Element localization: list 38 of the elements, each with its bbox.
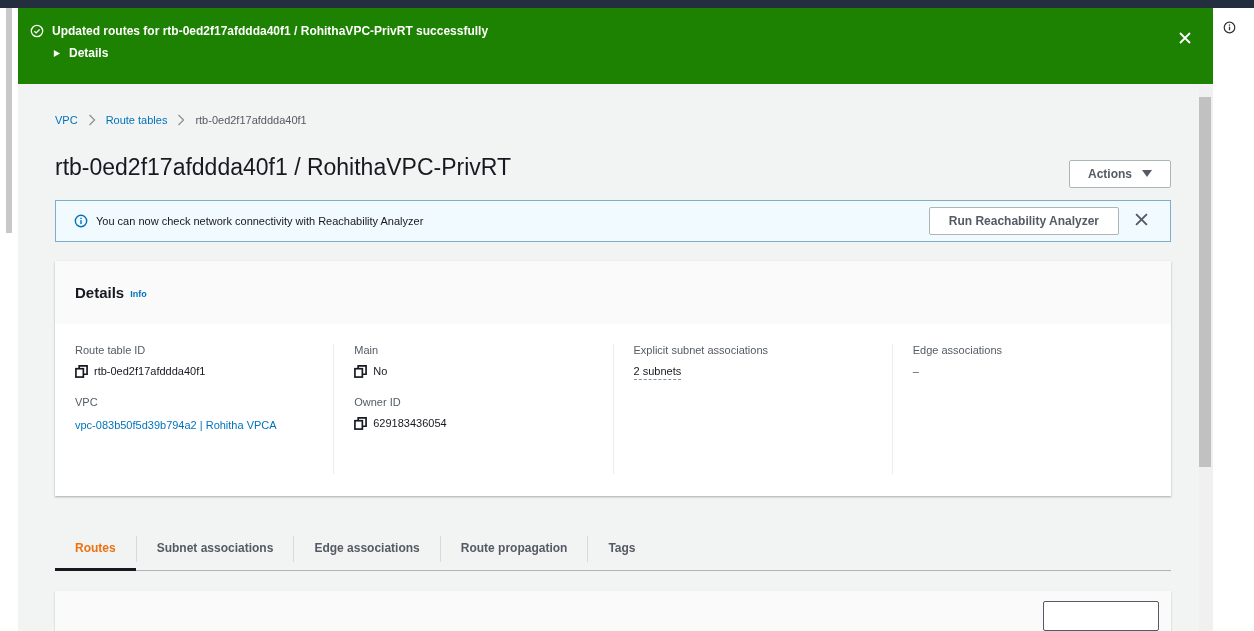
field-label: Edge associations <box>912 344 1004 356</box>
chevron-icon <box>177 114 186 126</box>
triangle-icon <box>52 48 61 58</box>
field-value: 629183436054 <box>373 417 447 429</box>
field-label: Owner ID <box>354 396 402 408</box>
alert-message: You can now check network connectivity with Reachability Analyzer <box>96 215 425 227</box>
tab[interactable]: Subnet associations <box>136 528 294 571</box>
breadcrumb-link[interactable]: VPC <box>55 114 78 126</box>
info-icon <box>74 214 88 228</box>
field-value: – <box>912 365 919 377</box>
subnets-popover[interactable]: 2 subnets <box>633 365 682 380</box>
field-label: Explicit subnet associations <box>633 344 769 356</box>
details-toggle[interactable]: Details <box>52 46 109 60</box>
banner-message: Updated routes for rtb-0ed2f17afddda40f1 / RohithaVPC-PrivRT successfully <box>52 24 489 38</box>
card-button[interactable] <box>1043 601 1159 631</box>
caret-icon <box>1142 170 1152 178</box>
tab[interactable]: Tags <box>588 528 656 571</box>
vpc-link[interactable]: vpc-083b50f5d39b794a2 | Rohitha VPCA <box>75 417 285 434</box>
breadcrumb-link[interactable]: Route tables <box>105 114 168 126</box>
field-label: Route table ID <box>75 344 147 356</box>
field-label: VPC <box>75 396 99 408</box>
copy-icon[interactable] <box>354 365 368 378</box>
copy-icon[interactable] <box>354 417 368 430</box>
info-icon[interactable] <box>1223 21 1236 34</box>
chevron-icon <box>87 114 96 126</box>
tab[interactable]: Route propagation <box>440 528 588 571</box>
actions-button[interactable]: Actions <box>1069 160 1171 188</box>
field-value: rtb-0ed2f17afddda40f1 <box>94 365 206 377</box>
run-analyzer-button[interactable]: Run Reachability Analyzer <box>928 207 1119 235</box>
success-icon <box>30 24 44 38</box>
page-title: rtb-0ed2f17afddda40f1 / RohithaVPC-PrivRT <box>55 153 511 181</box>
info-link[interactable]: Info <box>130 289 147 299</box>
tab[interactable]: Edge associations <box>294 528 440 571</box>
card-title: Details <box>75 284 125 301</box>
copy-icon[interactable] <box>75 365 88 378</box>
field-value: No <box>373 365 388 377</box>
breadcrumb-current: rtb-0ed2f17afddda40f1 <box>195 114 307 126</box>
field-label: Main <box>354 344 380 356</box>
